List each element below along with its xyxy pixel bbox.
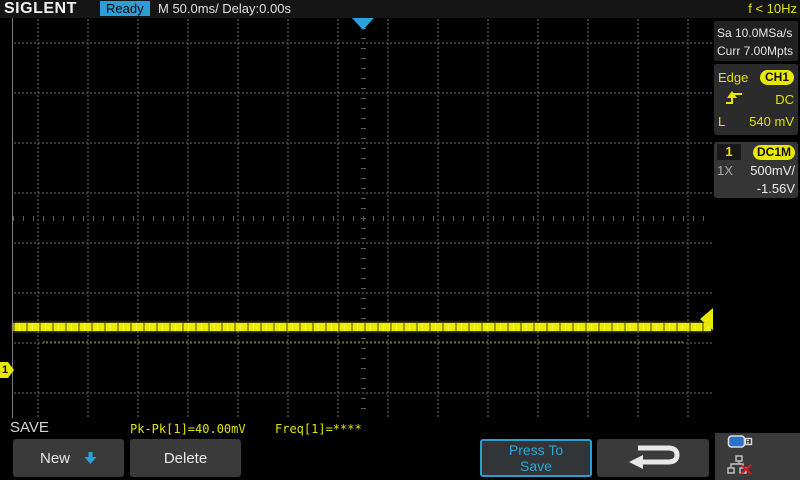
- delete-button[interactable]: Delete: [130, 439, 241, 477]
- channel-number-badge: 1: [717, 144, 741, 160]
- probe-attenuation: 1X: [717, 163, 733, 178]
- trigger-level-label: L: [718, 114, 725, 129]
- frequency-counter-readout: f < 10Hz: [748, 1, 797, 17]
- sidebar: Sa 10.0MSa/s Curr 7.00Mpts Edge CH1 DC L…: [713, 18, 800, 432]
- trigger-coupling: DC: [775, 92, 794, 107]
- lan-disconnected-icon: [727, 455, 753, 480]
- waveform-display: [12, 18, 714, 418]
- sample-rate: Sa 10.0MSa/s: [717, 24, 798, 42]
- press-to-save-button[interactable]: Press To Save: [480, 439, 592, 477]
- return-arrow-icon: [622, 441, 684, 475]
- trigger-level-value: 540 mV: [749, 114, 794, 129]
- center-horizontal-axis-ticks: [13, 216, 713, 221]
- acquisition-panel: Sa 10.0MSa/s Curr 7.00Mpts: [714, 21, 798, 61]
- dropdown-arrow-icon: [84, 451, 97, 468]
- timebase-readout: M 50.0ms/ Delay:0.00s: [158, 1, 291, 17]
- oscilloscope-screen: { "top_bar": { "logo": "SIGLENT", "statu…: [0, 0, 800, 480]
- new-button-label: New: [40, 450, 70, 467]
- press-to-save-line2: Save: [520, 458, 552, 474]
- channel1-trace: [13, 323, 711, 331]
- measurement-freq: Freq[1]=****: [275, 422, 362, 436]
- trigger-level-icon: [700, 308, 713, 330]
- siglent-logo: SIGLENT: [4, 0, 77, 18]
- trigger-position-icon: [352, 18, 374, 30]
- rising-edge-icon: [724, 90, 744, 109]
- trigger-source-badge: CH1: [760, 70, 794, 85]
- channel1-trace-noise: [43, 341, 683, 343]
- trigger-mode: Edge: [718, 70, 748, 85]
- return-button[interactable]: [597, 439, 709, 477]
- menu-title: SAVE: [10, 419, 49, 436]
- acquisition-status-badge: Ready: [100, 1, 150, 16]
- channel-coupling-badge: DC1M: [753, 145, 795, 160]
- delete-button-label: Delete: [164, 450, 207, 467]
- measurement-pkpk: Pk-Pk[1]=40.00mV: [130, 422, 246, 436]
- memory-depth: Curr 7.00Mpts: [717, 42, 798, 60]
- volts-per-div: 500mV/: [750, 163, 795, 178]
- top-status-bar: SIGLENT Ready M 50.0ms/ Delay:0.00s f < …: [0, 0, 800, 18]
- trigger-panel: Edge CH1 DC L 540 mV: [714, 64, 798, 135]
- channel-offset: -1.56V: [757, 181, 795, 196]
- io-status-panel: [715, 433, 800, 480]
- channel1-info-panel: 1 DC1M 1X 500mV/ -1.56V: [714, 142, 798, 198]
- press-to-save-line1: Press To: [509, 442, 563, 458]
- usb-icon: [727, 434, 754, 454]
- new-button[interactable]: New: [13, 439, 124, 477]
